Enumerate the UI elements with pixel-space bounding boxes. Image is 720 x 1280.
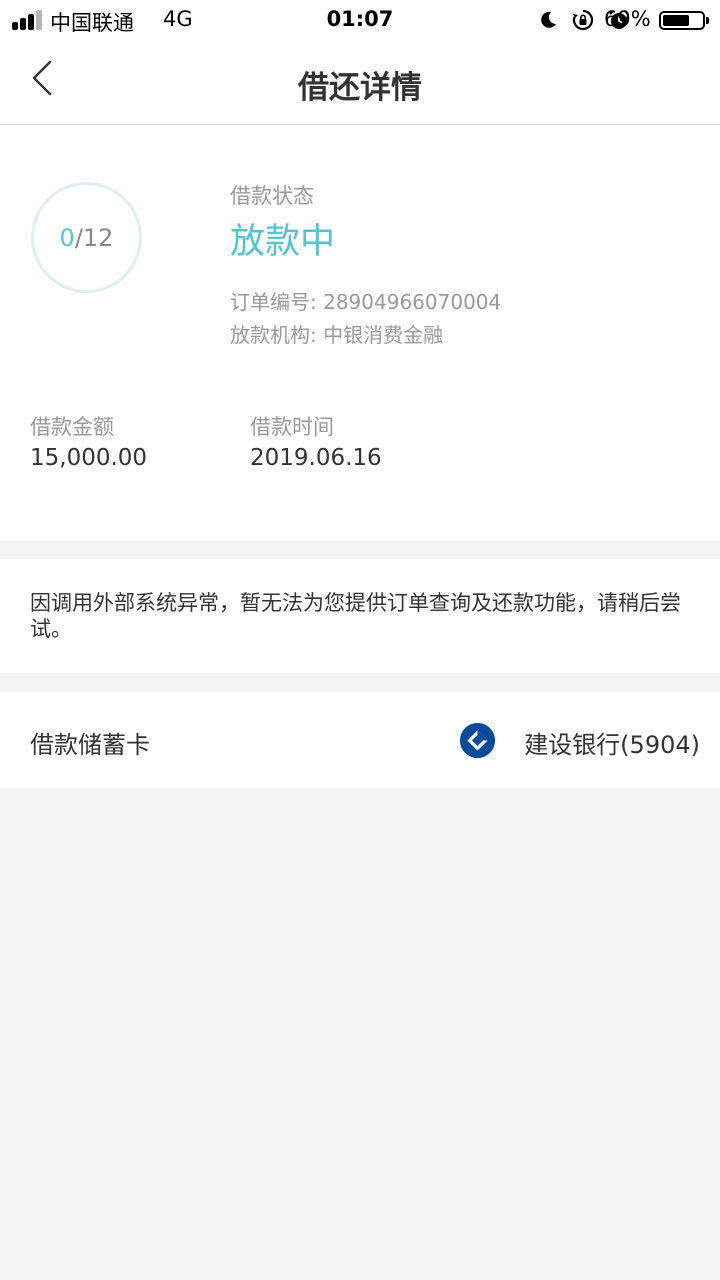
- ccb-bank-logo-icon: [459, 722, 496, 759]
- page-title: 借还详情: [298, 70, 422, 106]
- debit-card-label: 借款储蓄卡: [30, 731, 150, 759]
- loan-date-value: 2019.06.16: [250, 445, 382, 471]
- loan-amount-value: 15,000.00: [30, 445, 148, 471]
- repayment-progress-ring: 0/12: [31, 182, 142, 293]
- debit-card-row[interactable]: 借款储蓄卡 建设银行(5904): [0, 692, 720, 788]
- loan-status-card: 0/12 借款状态 放款中 订单编号: 28904966070004 放款机构:…: [0, 125, 720, 541]
- battery-percent: 69%: [604, 7, 651, 31]
- loan-date-label: 借款时间: [250, 415, 334, 439]
- battery-cap: [706, 17, 709, 24]
- rotation-lock-icon: [572, 9, 594, 31]
- battery-icon: [659, 11, 705, 30]
- loan-amount-label: 借款金额: [30, 415, 114, 439]
- loan-status-value: 放款中: [230, 222, 336, 262]
- nav-bar: 借还详情: [0, 40, 720, 125]
- battery-level: [663, 15, 689, 26]
- moon-icon: [541, 11, 556, 28]
- status-bar: 中国联通 4G 01:07 69%: [0, 0, 720, 40]
- lender-institution: 放款机构: 中银消费金融: [230, 323, 444, 347]
- loan-status-label: 借款状态: [230, 184, 314, 208]
- notice-text: 因调用外部系统异常，暂无法为您提供订单查询及还款功能，请稍后尝试。: [30, 591, 681, 641]
- bank-name: 建设银行(5904): [524, 731, 700, 759]
- order-number: 订单编号: 28904966070004: [230, 290, 502, 314]
- progress-done-count: 0: [59, 223, 75, 252]
- progress-total-count: /12: [74, 223, 114, 252]
- system-notice: 因调用外部系统异常，暂无法为您提供订单查询及还款功能，请稍后尝试。: [0, 559, 720, 673]
